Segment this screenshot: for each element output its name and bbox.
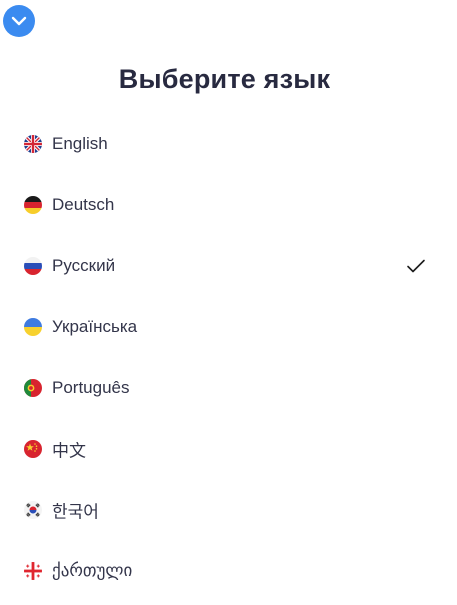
language-label: Русский <box>52 255 116 275</box>
china-flag-icon <box>24 439 42 458</box>
russia-flag-icon <box>24 256 42 275</box>
chevron-down-icon <box>11 16 27 26</box>
checkmark-icon <box>406 258 426 274</box>
language-label: Português <box>52 377 130 397</box>
georgia-flag-icon <box>24 561 42 580</box>
language-item-deutsch[interactable]: Deutsch <box>0 174 457 235</box>
language-label: ქართული <box>52 560 133 580</box>
language-label: Deutsch <box>52 194 115 214</box>
language-list: English Deutsch Русский Українська Portu… <box>0 113 457 601</box>
language-item-korean[interactable]: 한국어 <box>0 479 457 540</box>
language-item-english[interactable]: English <box>0 113 457 174</box>
germany-flag-icon <box>24 195 42 214</box>
uk-flag-icon <box>24 134 42 153</box>
language-label: English <box>52 133 108 153</box>
language-item-ukrainian[interactable]: Українська <box>0 296 457 357</box>
ukraine-flag-icon <box>24 317 42 336</box>
language-label: 한국어 <box>52 502 99 521</box>
language-label: Українська <box>52 316 138 336</box>
korea-flag-icon <box>24 500 42 519</box>
language-label: 中文 <box>52 441 86 460</box>
language-item-chinese[interactable]: 中文 <box>0 418 457 479</box>
portugal-flag-icon <box>24 378 42 397</box>
page-title: Выберите язык <box>118 64 331 94</box>
language-item-portuguese[interactable]: Português <box>0 357 457 418</box>
collapse-button[interactable] <box>3 5 35 37</box>
language-item-russian[interactable]: Русский <box>0 235 457 296</box>
language-item-georgian[interactable]: ქართული <box>0 540 457 601</box>
